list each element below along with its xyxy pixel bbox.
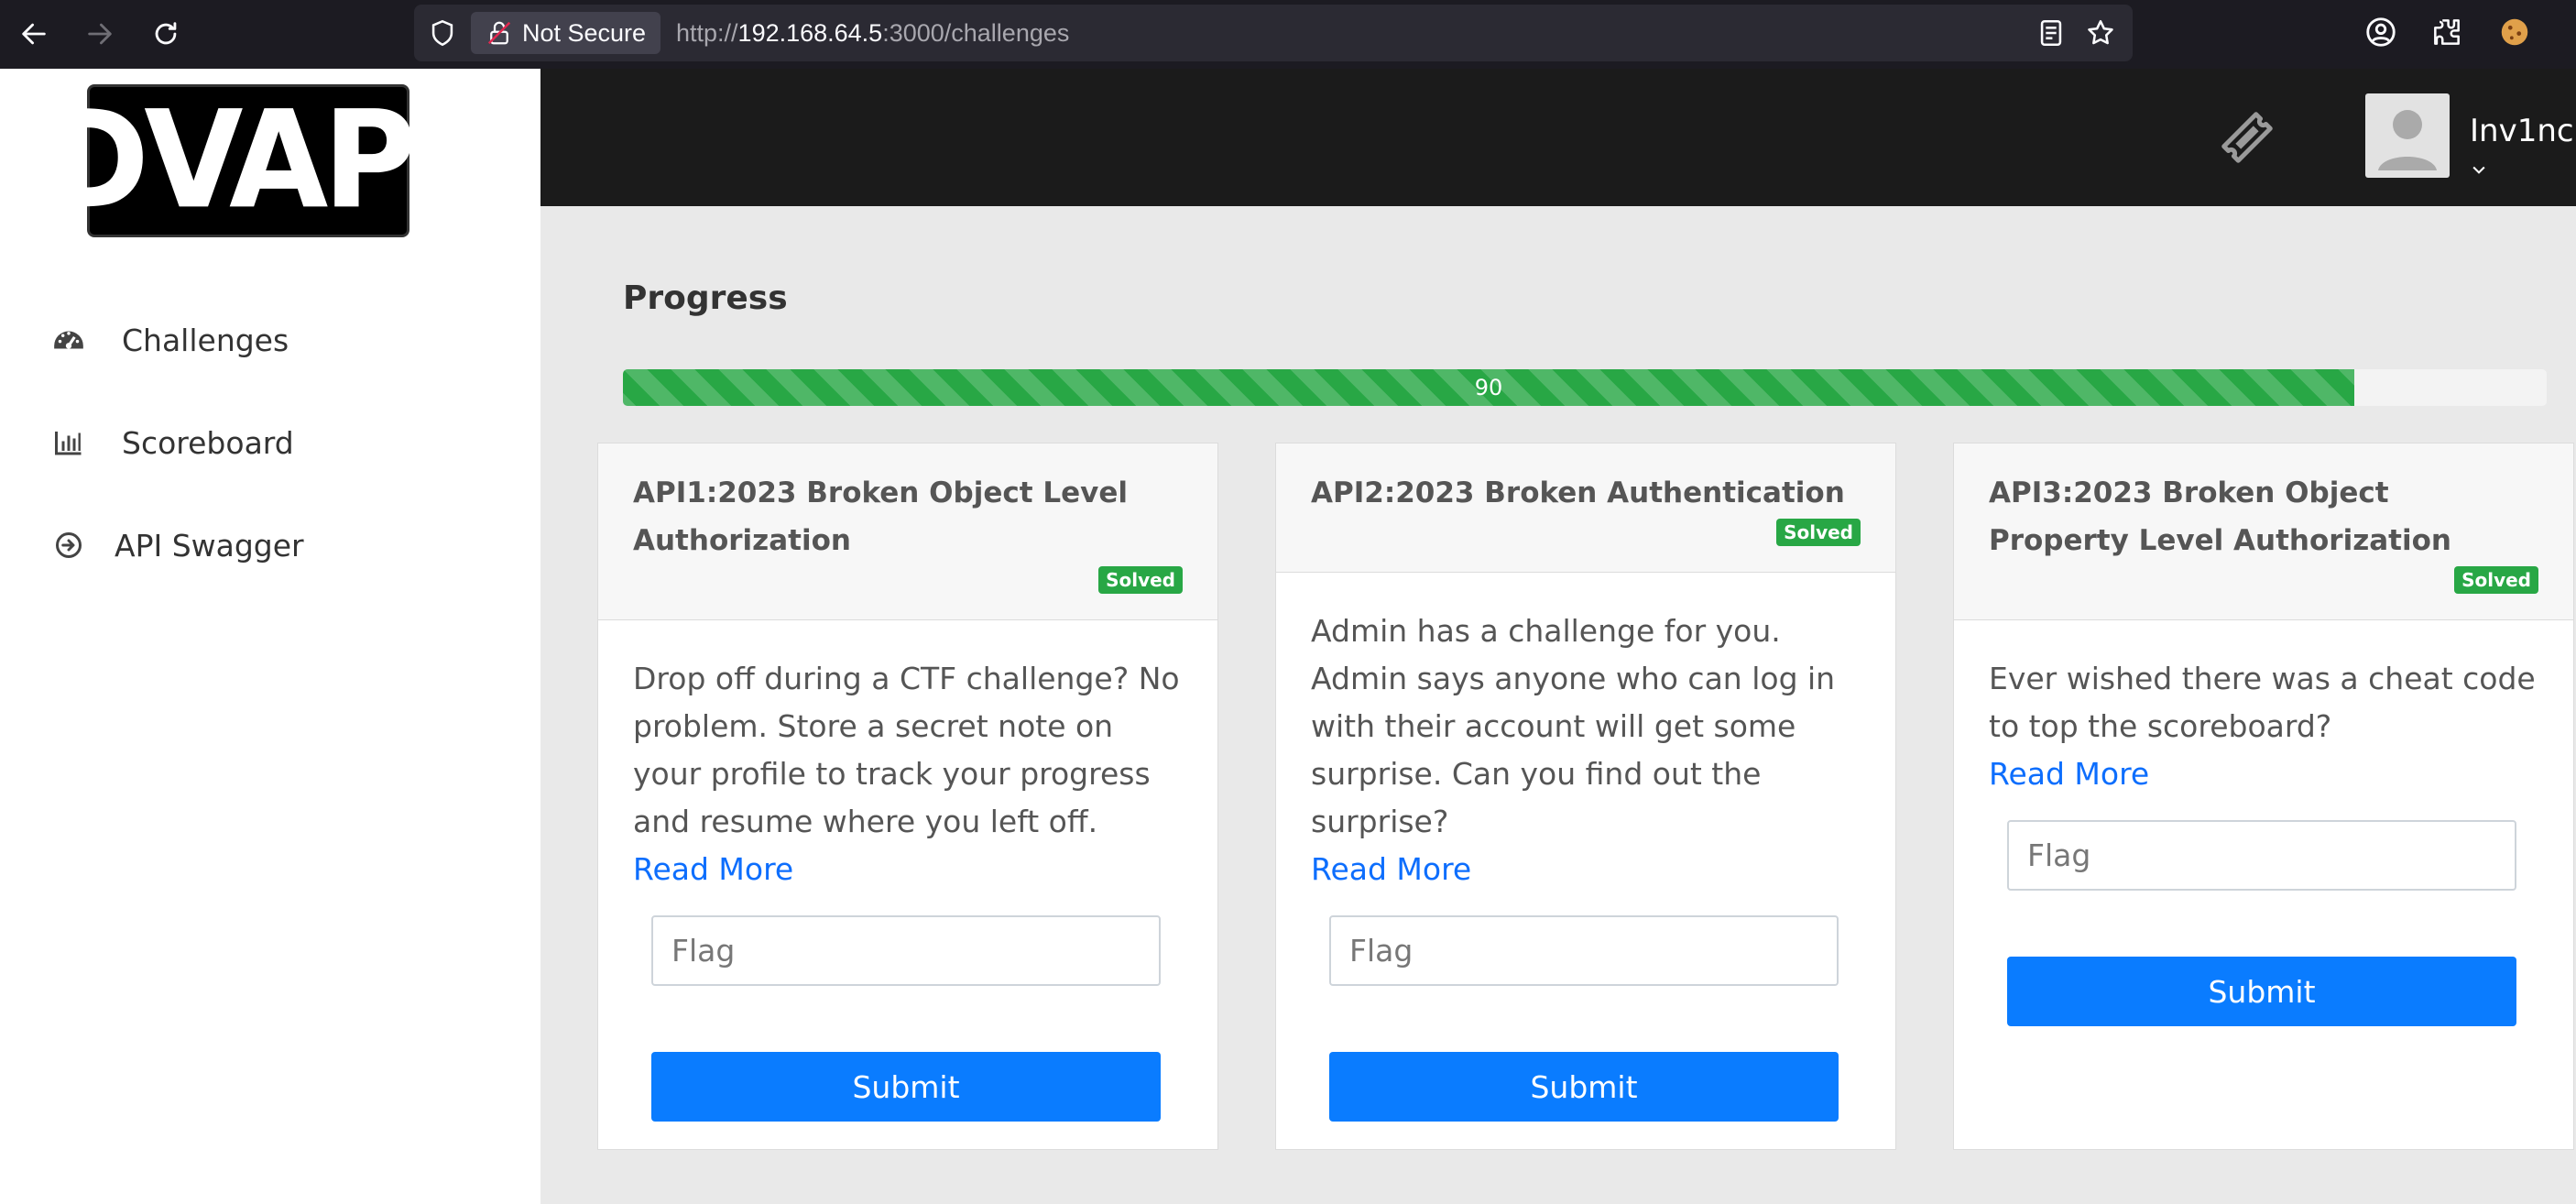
url-text[interactable]: http://192.168.64.5:3000/challenges xyxy=(676,5,1069,61)
reload-button[interactable] xyxy=(143,11,189,57)
challenge-title: API1:2023 Broken Object Level Authorizat… xyxy=(633,476,1128,557)
reload-icon xyxy=(155,22,177,45)
browser-toolbar: Not Secure http://192.168.64.5:3000/chal… xyxy=(0,0,2576,69)
submit-button[interactable]: Submit xyxy=(2007,957,2516,1026)
extensions-icon[interactable] xyxy=(2429,15,2464,49)
ticket-icon[interactable] xyxy=(2217,107,2277,168)
circle-arrow-right-icon xyxy=(50,527,87,564)
insecure-lock-icon xyxy=(487,21,511,45)
forward-button[interactable] xyxy=(77,11,123,57)
challenge-description: Admin has a challenge for you. Admin say… xyxy=(1311,613,1836,839)
sidebar-item-scoreboard[interactable]: Scoreboard xyxy=(50,415,294,470)
challenge-description: Ever wished there was a cheat code to to… xyxy=(1989,661,2536,744)
card-body: Admin has a challenge for you. Admin say… xyxy=(1276,573,1895,1122)
main-content: Progress 90 API1:2023 Broken Object Leve… xyxy=(540,206,2576,1204)
avatar[interactable] xyxy=(2365,93,2450,178)
back-button[interactable] xyxy=(11,11,57,57)
user-menu[interactable]: Inv1nc xyxy=(2470,113,2576,186)
sidebar-item-challenges[interactable]: Challenges xyxy=(50,312,289,367)
sidebar-item-label: Challenges xyxy=(122,322,289,358)
flag-input[interactable] xyxy=(1329,915,1839,986)
card-header: API3:2023 Broken Object Property Level A… xyxy=(1954,443,2573,620)
read-more-link[interactable]: Read More xyxy=(1989,750,2538,798)
dvapi-logo[interactable]: DVAPI xyxy=(43,84,459,237)
sidebar-item-label: Scoreboard xyxy=(122,424,294,461)
sidebar: DVAPI Challenges Scoreboard API Swagger xyxy=(0,69,540,1204)
not-secure-label: Not Secure xyxy=(522,19,647,47)
solved-badge: Solved xyxy=(1776,519,1861,546)
submit-button[interactable]: Submit xyxy=(651,1052,1161,1122)
challenge-card: API1:2023 Broken Object Level Authorizat… xyxy=(597,443,1218,1150)
read-more-link[interactable]: Read More xyxy=(1311,846,1861,893)
url-host: 192.168.64.5 xyxy=(737,19,883,47)
arrow-right-icon xyxy=(88,23,112,45)
username: Inv1nc xyxy=(2470,113,2574,149)
challenge-description: Drop off during a CTF challenge? No prob… xyxy=(633,661,1180,839)
flag-input[interactable] xyxy=(651,915,1161,986)
progress-bar: 90 xyxy=(623,369,2547,406)
challenge-title: API3:2023 Broken Object Property Level A… xyxy=(1989,476,2451,557)
challenge-card: API2:2023 Broken Authentication Solved A… xyxy=(1275,443,1896,1150)
logo-text: DVAPI xyxy=(42,82,459,239)
solved-badge: Solved xyxy=(2454,566,2538,594)
arrow-left-icon xyxy=(22,23,46,45)
sidebar-item-api-swagger[interactable]: API Swagger xyxy=(50,518,304,573)
challenge-title: API2:2023 Broken Authentication xyxy=(1311,476,1845,509)
address-bar[interactable]: Not Secure http://192.168.64.5:3000/chal… xyxy=(414,5,2133,61)
card-body: Ever wished there was a cheat code to to… xyxy=(1954,620,2573,1026)
chevron-down-icon xyxy=(2472,166,2485,174)
read-more-link[interactable]: Read More xyxy=(633,846,1183,893)
card-header: API1:2023 Broken Object Level Authorizat… xyxy=(598,443,1217,620)
bookmark-star-icon[interactable] xyxy=(2085,17,2116,49)
challenge-card: API3:2023 Broken Object Property Level A… xyxy=(1953,443,2574,1150)
extension-cookie-icon[interactable] xyxy=(2497,15,2532,49)
submit-button[interactable]: Submit xyxy=(1329,1052,1839,1122)
solved-badge: Solved xyxy=(1098,566,1183,594)
user-silhouette-icon xyxy=(2378,110,2437,170)
card-body: Drop off during a CTF challenge? No prob… xyxy=(598,620,1217,1122)
url-path: :3000/challenges xyxy=(882,19,1070,47)
url-prefix: http:// xyxy=(676,19,738,47)
top-header: Inv1nc xyxy=(540,69,2576,206)
tachometer-icon xyxy=(50,322,87,358)
bar-chart-icon xyxy=(50,424,87,461)
progress-title: Progress xyxy=(623,279,788,317)
sidebar-item-label: API Swagger xyxy=(115,527,304,564)
flag-input[interactable] xyxy=(2007,820,2516,891)
reader-view-icon[interactable] xyxy=(2036,17,2067,49)
shield-icon[interactable] xyxy=(427,17,458,49)
progress-fill: 90 xyxy=(623,369,2354,406)
not-secure-indicator[interactable]: Not Secure xyxy=(471,12,661,54)
account-icon[interactable] xyxy=(2363,15,2398,49)
card-header: API2:2023 Broken Authentication Solved xyxy=(1276,443,1895,573)
